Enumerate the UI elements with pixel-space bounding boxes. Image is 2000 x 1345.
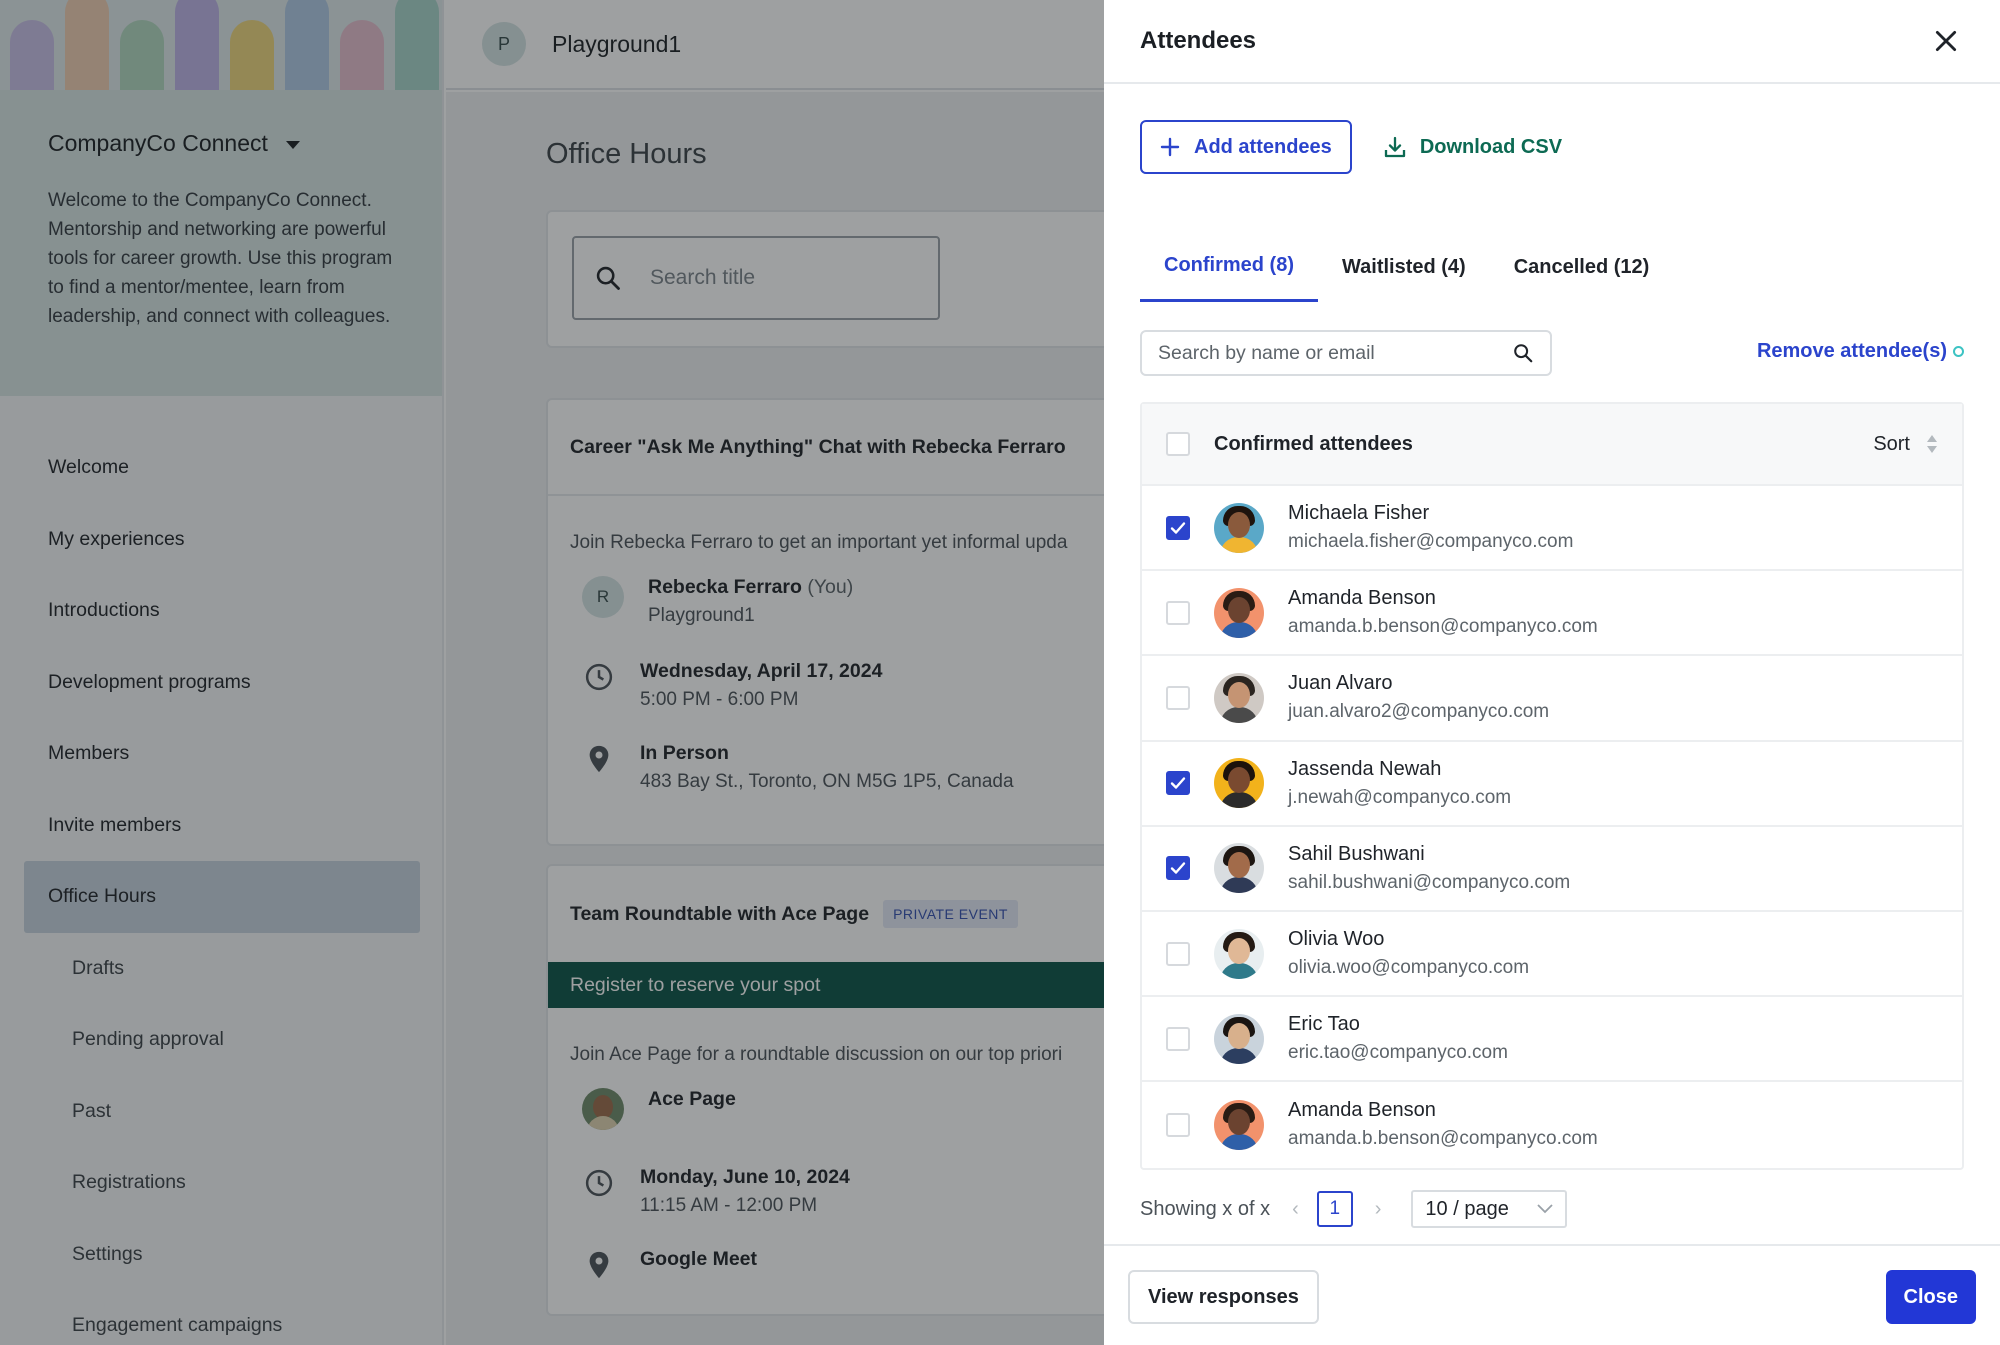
attendee-email: juan.alvaro2@companyco.com [1288,701,1550,723]
attendee-checkbox[interactable] [1166,685,1190,710]
attendee-email: sahil.bushwani@companyco.com [1288,871,1571,893]
drawer-header: Attendees [1104,0,2000,84]
table-header: Confirmed attendees Sort [1142,404,1962,486]
status-dot-icon [1953,346,1964,357]
attendee-checkbox[interactable] [1166,941,1190,966]
tab-cancelled[interactable]: Cancelled (12) [1490,232,1674,302]
tab-confirmed[interactable]: Confirmed (8) [1140,232,1318,302]
attendee-name: Amanda Benson [1288,587,1436,610]
download-csv-label: Download CSV [1419,135,1563,158]
pagination: Showing x of x ‹ 1 › 10 / page [1140,1190,1568,1228]
attendee-avatar [1214,843,1264,894]
table-header-label: Confirmed attendees [1214,432,1413,455]
attendees-table: Confirmed attendees Sort Michaela Fisher… [1140,402,1964,1170]
drawer-title: Attendees [1140,27,1257,54]
attendee-checkbox[interactable] [1166,1026,1190,1051]
attendee-email: michaela.fisher@companyco.com [1288,531,1574,553]
attendee-checkbox[interactable] [1166,856,1190,881]
sort-label: Sort [1873,432,1910,455]
add-attendees-label: Add attendees [1194,135,1332,158]
attendee-email: olivia.woo@companyco.com [1288,957,1530,979]
checkmark-icon [1170,862,1186,875]
tab-waitlisted[interactable]: Waitlisted (4) [1318,232,1490,302]
attendee-email: j.newah@companyco.com [1288,786,1512,808]
attendee-avatar [1214,502,1264,553]
add-attendees-button[interactable]: Add attendees [1140,120,1352,174]
remove-attendees-label: Remove attendee(s) [1756,340,1947,362]
attendee-name: Sahil Bushwani [1288,842,1425,865]
attendee-name: Amanda Benson [1288,1099,1436,1122]
view-responses-button[interactable]: View responses [1128,1270,1319,1324]
attendee-name: Olivia Woo [1288,928,1385,951]
attendee-row[interactable]: Amanda Benson amanda.b.benson@companyco.c… [1142,1082,1962,1167]
attendee-checkbox[interactable] [1166,771,1190,796]
attendee-name: Eric Tao [1288,1013,1360,1036]
attendee-rows: Michaela Fisher michaela.fisher@companyco… [1142,486,1962,1168]
attendee-checkbox[interactable] [1166,1112,1190,1137]
remove-attendees-link[interactable]: Remove attendee(s) [1757,340,1964,363]
attendee-info: Jassenda Newah j.newah@companyco.com [1288,758,1511,809]
plus-icon [1160,137,1180,157]
attendee-info: Amanda Benson amanda.b.benson@companyco.c… [1288,587,1598,638]
drawer-footer: View responses Close [1104,1244,2000,1345]
download-csv-button[interactable]: Download CSV [1384,136,1562,159]
attendee-name: Jassenda Newah [1288,757,1442,780]
attendee-info: Michaela Fisher michaela.fisher@companyco… [1288,502,1573,553]
sort-icon [1927,435,1937,453]
sort-control[interactable]: Sort [1873,433,1938,456]
prev-page-icon[interactable]: ‹ [1292,1198,1299,1221]
attendee-row[interactable]: Sahil Bushwani sahil.bushwani@companyco.c… [1142,827,1962,912]
attendee-avatar [1214,758,1264,809]
attendee-info: Eric Tao eric.tao@companyco.com [1288,1013,1508,1064]
attendee-row[interactable]: Olivia Woo olivia.woo@companyco.com [1142,912,1962,998]
close-button[interactable]: Close [1885,1270,1976,1324]
attendee-info: Juan Alvaro juan.alvaro2@companyco.com [1288,672,1549,723]
attendees-drawer: Attendees Add attendees Download CSV Con… [1104,0,2000,1345]
attendee-avatar [1214,1013,1264,1064]
attendee-tabs: Confirmed (8) Waitlisted (4) Cancelled (… [1140,232,1964,302]
attendee-checkbox[interactable] [1166,600,1190,625]
search-icon [1514,344,1533,363]
attendee-search-row: Search by name or email Remove attendee(… [1140,330,1964,376]
download-icon [1384,136,1405,158]
attendee-name: Juan Alvaro [1288,672,1393,695]
page-size-value: 10 / page [1425,1197,1509,1220]
attendee-row[interactable]: Jassenda Newah j.newah@companyco.com [1142,742,1962,827]
checkmark-icon [1170,521,1186,534]
drawer-actions: Add attendees Download CSV [1140,120,1562,174]
attendee-row[interactable]: Juan Alvaro juan.alvaro2@companyco.com [1142,656,1962,742]
select-all-checkbox[interactable] [1166,432,1190,456]
attendee-email: amanda.b.benson@companyco.com [1288,1128,1598,1150]
attendee-email: eric.tao@companyco.com [1288,1042,1508,1064]
attendee-row[interactable]: Amanda Benson amanda.b.benson@companyco.c… [1142,571,1962,657]
attendee-row[interactable]: Eric Tao eric.tao@companyco.com [1142,997,1962,1083]
attendee-avatar [1214,928,1264,979]
showing-count: Showing x of x [1140,1197,1271,1220]
checkmark-icon [1170,777,1186,789]
attendee-avatar [1214,1099,1264,1150]
attendee-info: Sahil Bushwani sahil.bushwani@companyco.c… [1288,843,1570,894]
attendee-checkbox[interactable] [1166,515,1190,540]
attendee-avatar [1214,587,1264,638]
page-number[interactable]: 1 [1316,1191,1353,1227]
next-page-icon[interactable]: › [1375,1198,1382,1221]
modal-overlay[interactable] [0,0,1104,1345]
attendee-search-placeholder: Search by name or email [1158,341,1375,364]
attendee-info: Olivia Woo olivia.woo@companyco.com [1288,928,1529,979]
attendee-avatar [1214,672,1264,723]
attendee-search-input[interactable]: Search by name or email [1140,330,1552,376]
close-icon[interactable] [1928,23,1964,59]
chevron-down-icon [1537,1204,1554,1214]
attendee-row[interactable]: Michaela Fisher michaela.fisher@companyco… [1142,486,1962,572]
page-size-select[interactable]: 10 / page [1411,1190,1568,1228]
attendee-name: Michaela Fisher [1288,502,1430,525]
attendee-info: Amanda Benson amanda.b.benson@companyco.c… [1288,1099,1598,1150]
attendee-email: amanda.b.benson@companyco.com [1288,616,1598,638]
